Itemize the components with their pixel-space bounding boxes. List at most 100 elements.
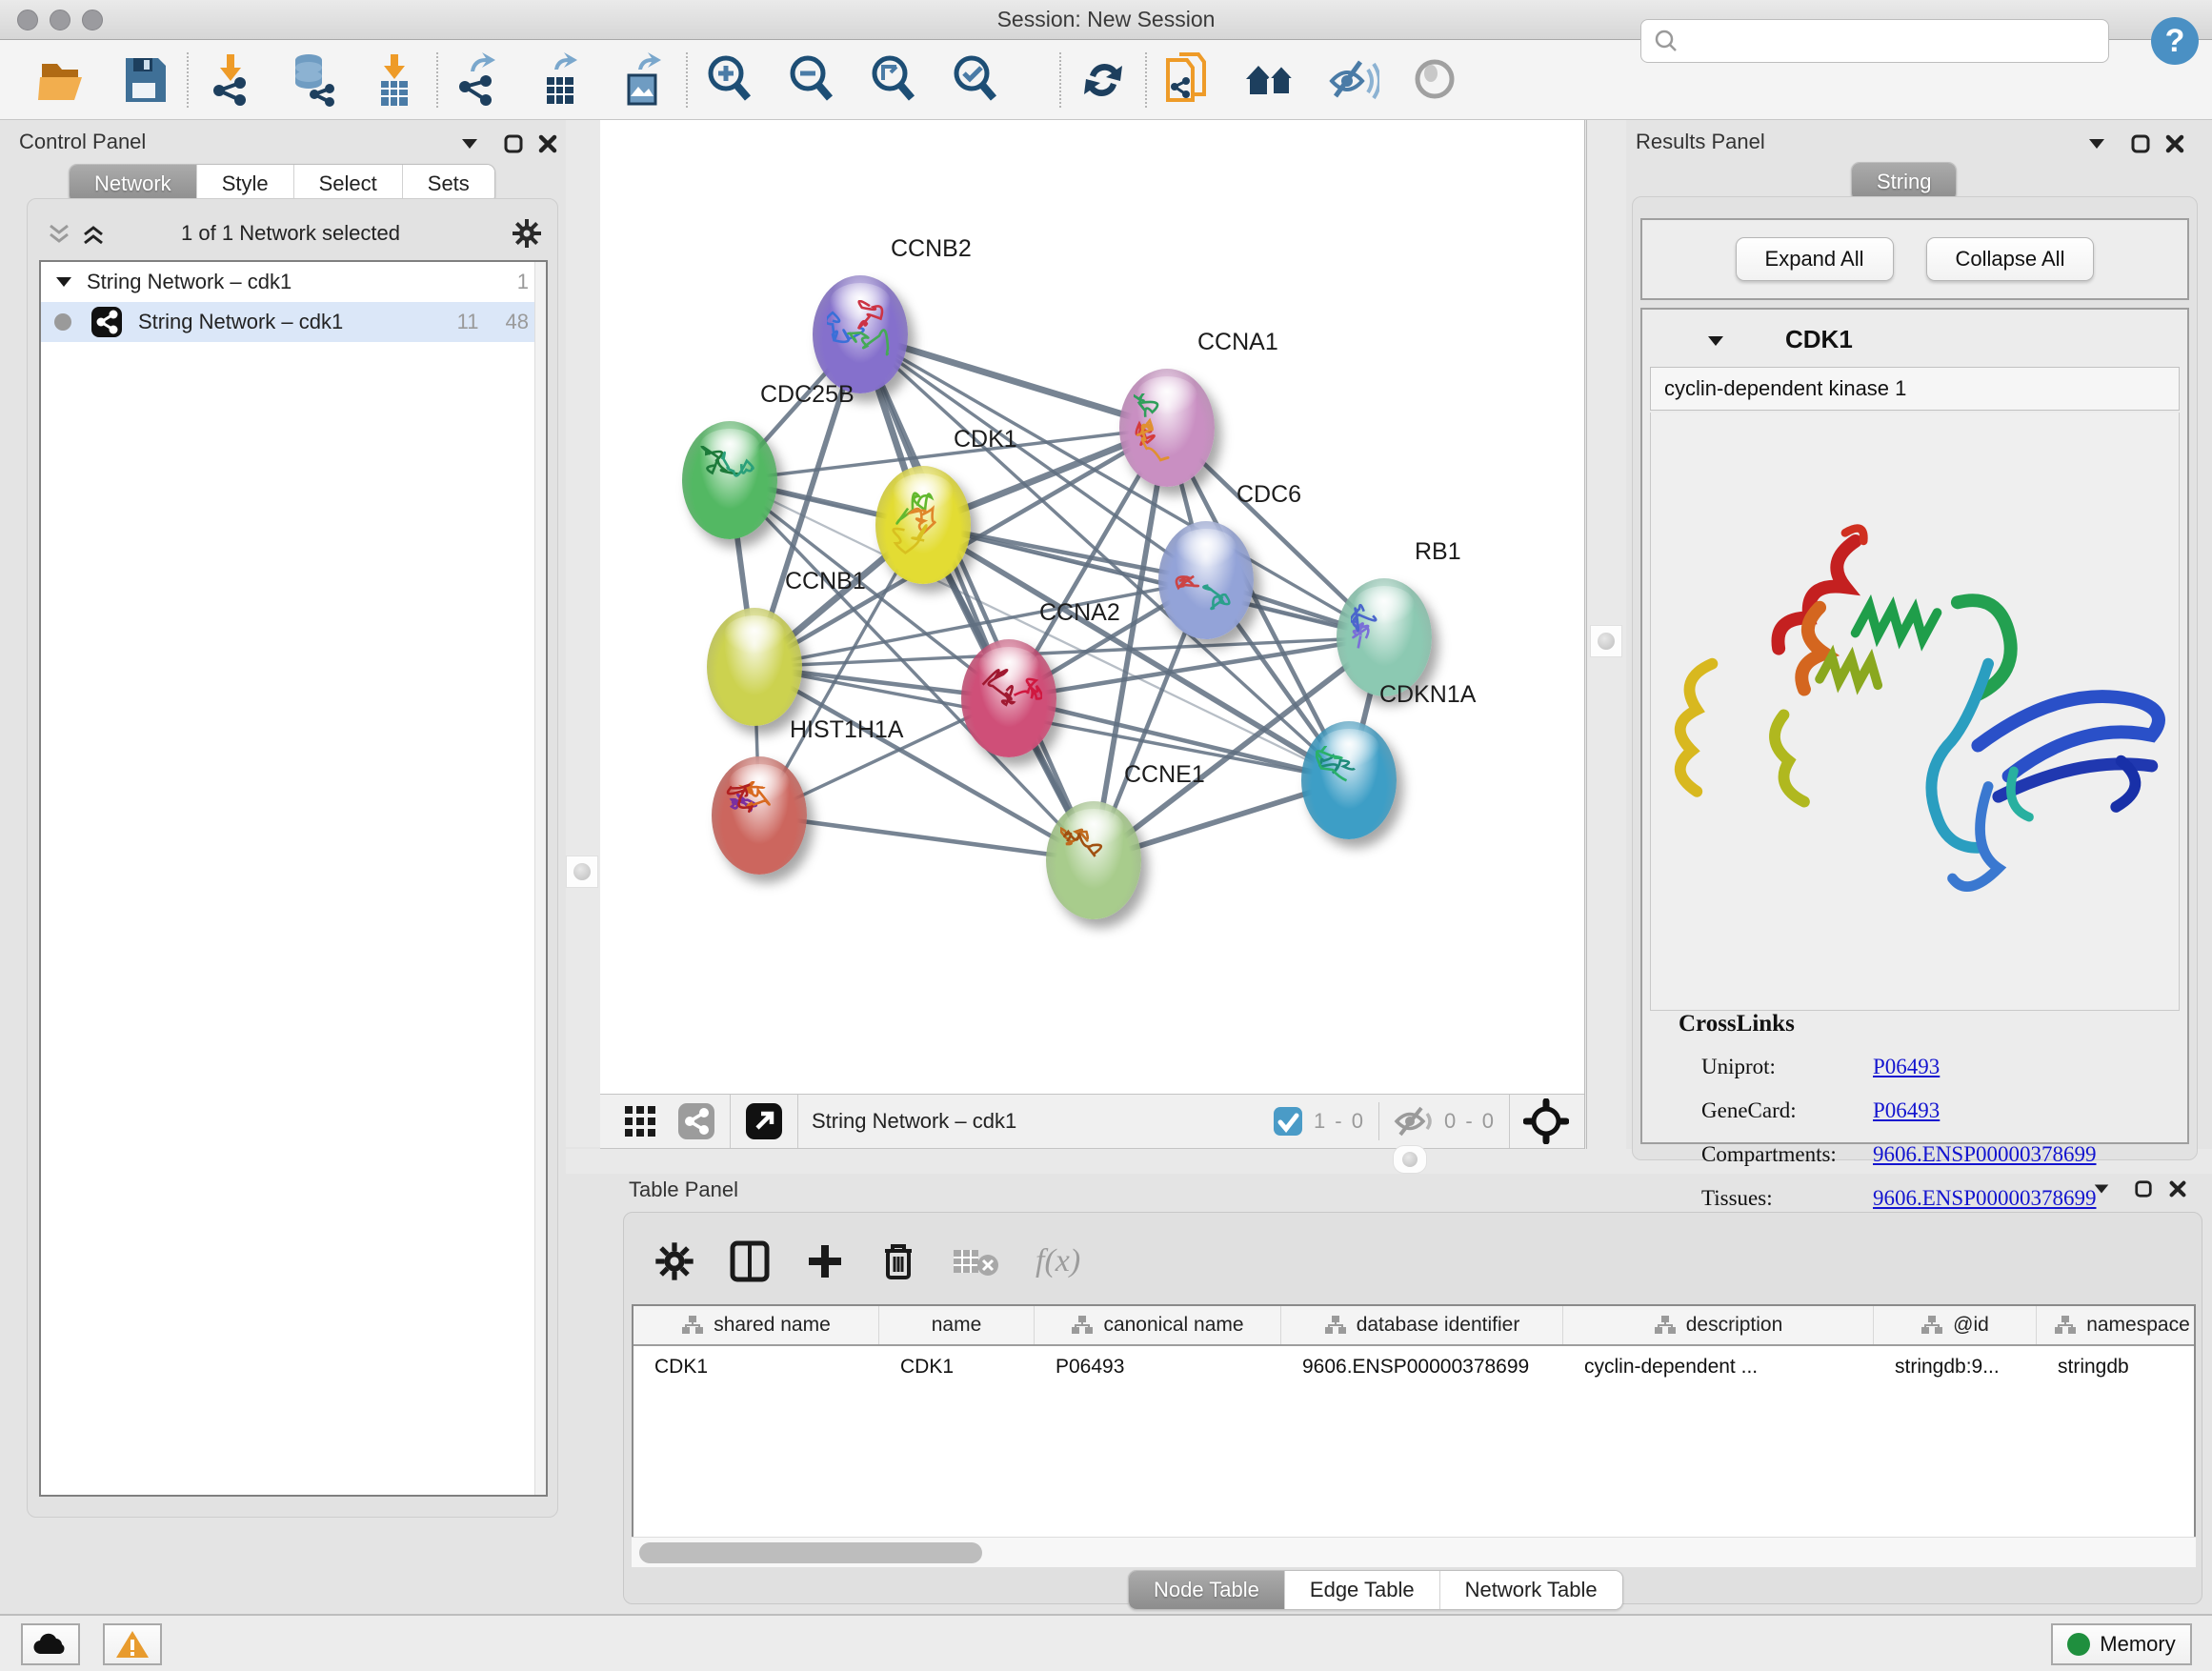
save-session-icon[interactable] — [118, 50, 171, 110]
crosslink-link[interactable]: P06493 — [1873, 1098, 1940, 1123]
tab-network-table[interactable]: Network Table — [1440, 1571, 1622, 1609]
help-button[interactable]: ? — [2149, 15, 2201, 67]
collapse-panel-icon[interactable] — [459, 133, 480, 159]
tab-select[interactable]: Select — [294, 165, 403, 203]
close-panel-icon[interactable] — [2164, 133, 2185, 159]
zoom-fit-icon[interactable] — [867, 50, 920, 110]
import-network-icon[interactable] — [204, 50, 257, 110]
network-canvas[interactable]: CCNB2CCNA1CDC25BCDK1CDC6RB1CCNB1CCNA2CDK… — [600, 120, 1584, 1094]
tab-edge-table[interactable]: Edge Table — [1285, 1571, 1440, 1609]
clone-network-icon[interactable] — [1162, 50, 1216, 110]
tree-expand-icon[interactable] — [54, 272, 73, 292]
tab-style[interactable]: Style — [197, 165, 294, 203]
network-node-cdkn1a[interactable] — [1301, 721, 1397, 839]
expand-all-button[interactable]: Expand All — [1736, 237, 1894, 281]
table-cell[interactable]: 9606.ENSP00000378699 — [1281, 1346, 1563, 1388]
network-edge[interactable] — [759, 815, 1094, 860]
hide-unhide-icon[interactable] — [1326, 50, 1379, 110]
gear-icon[interactable] — [512, 218, 542, 253]
tab-string[interactable]: String — [1852, 163, 1956, 201]
network-node-cdc6[interactable] — [1158, 521, 1254, 639]
table-horizontal-scrollbar[interactable] — [632, 1537, 2196, 1567]
cloud-button[interactable] — [21, 1623, 80, 1665]
network-collection-row[interactable]: String Network – cdk1 1 — [41, 262, 546, 302]
network-node-cdc25b[interactable] — [682, 421, 777, 539]
zoom-out-icon[interactable] — [785, 50, 838, 110]
float-panel-icon[interactable] — [2134, 1179, 2153, 1203]
memory-status-dot — [2067, 1633, 2090, 1656]
add-column-icon[interactable] — [805, 1241, 845, 1281]
network-row-selected[interactable]: String Network – cdk1 11 48 — [41, 302, 546, 342]
left-splitter[interactable] — [566, 120, 600, 1147]
birds-eye-crosshair-icon[interactable] — [1523, 1098, 1569, 1144]
zoom-selected-icon[interactable] — [949, 50, 1002, 110]
tab-sets[interactable]: Sets — [403, 165, 494, 203]
network-selected-status: 1 of 1 Network selected — [37, 221, 544, 246]
import-database-icon[interactable] — [286, 50, 339, 110]
network-node-ccnb1[interactable] — [707, 608, 802, 726]
section-collapse-icon[interactable] — [1705, 331, 1726, 352]
network-node-ccna1[interactable] — [1119, 369, 1215, 487]
table-cell[interactable]: cyclin-dependent ... — [1563, 1346, 1874, 1388]
export-table-icon[interactable] — [535, 50, 589, 110]
network-node-ccna2[interactable] — [961, 639, 1056, 757]
column-header-namespace[interactable]: namespace — [2037, 1306, 2196, 1344]
hidden-eye-icon[interactable] — [1393, 1104, 1435, 1138]
zoom-in-icon[interactable] — [703, 50, 756, 110]
import-table-icon[interactable] — [368, 50, 421, 110]
table-cell[interactable]: P06493 — [1035, 1346, 1281, 1388]
network-node-ccnb2[interactable] — [813, 275, 908, 393]
table-row[interactable]: CDK1CDK1P064939606.ENSP00000378699cyclin… — [633, 1346, 2194, 1388]
network-node-cdk1[interactable] — [875, 466, 971, 584]
table-cell[interactable]: CDK1 — [633, 1346, 879, 1388]
network-list-scrollbar[interactable] — [534, 262, 546, 1495]
column-header-label: canonical name — [1103, 1314, 1243, 1337]
float-panel-icon[interactable] — [503, 133, 524, 159]
crosslink-link[interactable]: P06493 — [1873, 1055, 1940, 1079]
column-header-name[interactable]: name — [879, 1306, 1035, 1344]
network-node-hist1h1a[interactable] — [712, 756, 807, 875]
column-header-shared-name[interactable]: shared name — [633, 1306, 879, 1344]
tab-network[interactable]: Network — [70, 165, 197, 203]
column-header--id[interactable]: @id — [1874, 1306, 2037, 1344]
table-options-gear-icon[interactable] — [654, 1241, 694, 1281]
show-columns-icon[interactable] — [729, 1239, 771, 1283]
collapse-all-button[interactable]: Collapse All — [1926, 237, 2095, 281]
home-networks-icon[interactable] — [1244, 50, 1297, 110]
tab-node-table[interactable]: Node Table — [1129, 1571, 1285, 1609]
search-input[interactable] — [1640, 19, 2109, 63]
node-label-cdc6: CDC6 — [1237, 481, 1301, 509]
close-panel-icon[interactable] — [537, 133, 558, 159]
refresh-icon[interactable] — [1076, 50, 1130, 110]
column-header-canonical-name[interactable]: canonical name — [1035, 1306, 1281, 1344]
export-network-icon[interactable] — [453, 50, 507, 110]
network-edge[interactable] — [860, 334, 1094, 860]
delete-column-icon[interactable] — [879, 1239, 917, 1283]
open-session-icon[interactable] — [36, 50, 90, 110]
table-cell[interactable]: CDK1 — [879, 1346, 1035, 1388]
export-image-icon[interactable] — [617, 50, 671, 110]
memory-button[interactable]: Memory — [2051, 1623, 2192, 1665]
show-graphics-icon[interactable] — [1408, 50, 1461, 110]
table-cell[interactable]: stringdb — [2037, 1346, 2196, 1388]
column-header-database-identifier[interactable]: database identifier — [1281, 1306, 1563, 1344]
open-in-new-window-icon[interactable] — [744, 1101, 784, 1141]
warnings-button[interactable] — [103, 1623, 162, 1665]
right-splitter[interactable] — [1584, 120, 1626, 1170]
selected-checkbox-icon[interactable] — [1272, 1105, 1304, 1137]
network-node-rb1[interactable] — [1337, 578, 1432, 696]
crosslink-link[interactable]: 9606.ENSP00000378699 — [1873, 1142, 2097, 1167]
scrollbar-thumb[interactable] — [639, 1542, 982, 1563]
crosslink-label: GeneCard: — [1701, 1098, 1873, 1123]
network-view-share-icon[interactable] — [676, 1101, 716, 1141]
collapse-panel-icon[interactable] — [2086, 133, 2107, 159]
float-panel-icon[interactable] — [2130, 133, 2151, 159]
node-label-cdk1: CDK1 — [954, 426, 1017, 453]
node-table[interactable]: shared namename canonical name database id… — [632, 1304, 2196, 1567]
collapse-panel-icon[interactable] — [2092, 1179, 2111, 1203]
grid-view-icon[interactable] — [621, 1102, 659, 1140]
network-node-ccne1[interactable] — [1046, 801, 1141, 919]
close-panel-icon[interactable] — [2168, 1179, 2187, 1203]
column-header-description[interactable]: description — [1563, 1306, 1874, 1344]
table-cell[interactable]: stringdb:9... — [1874, 1346, 2037, 1388]
